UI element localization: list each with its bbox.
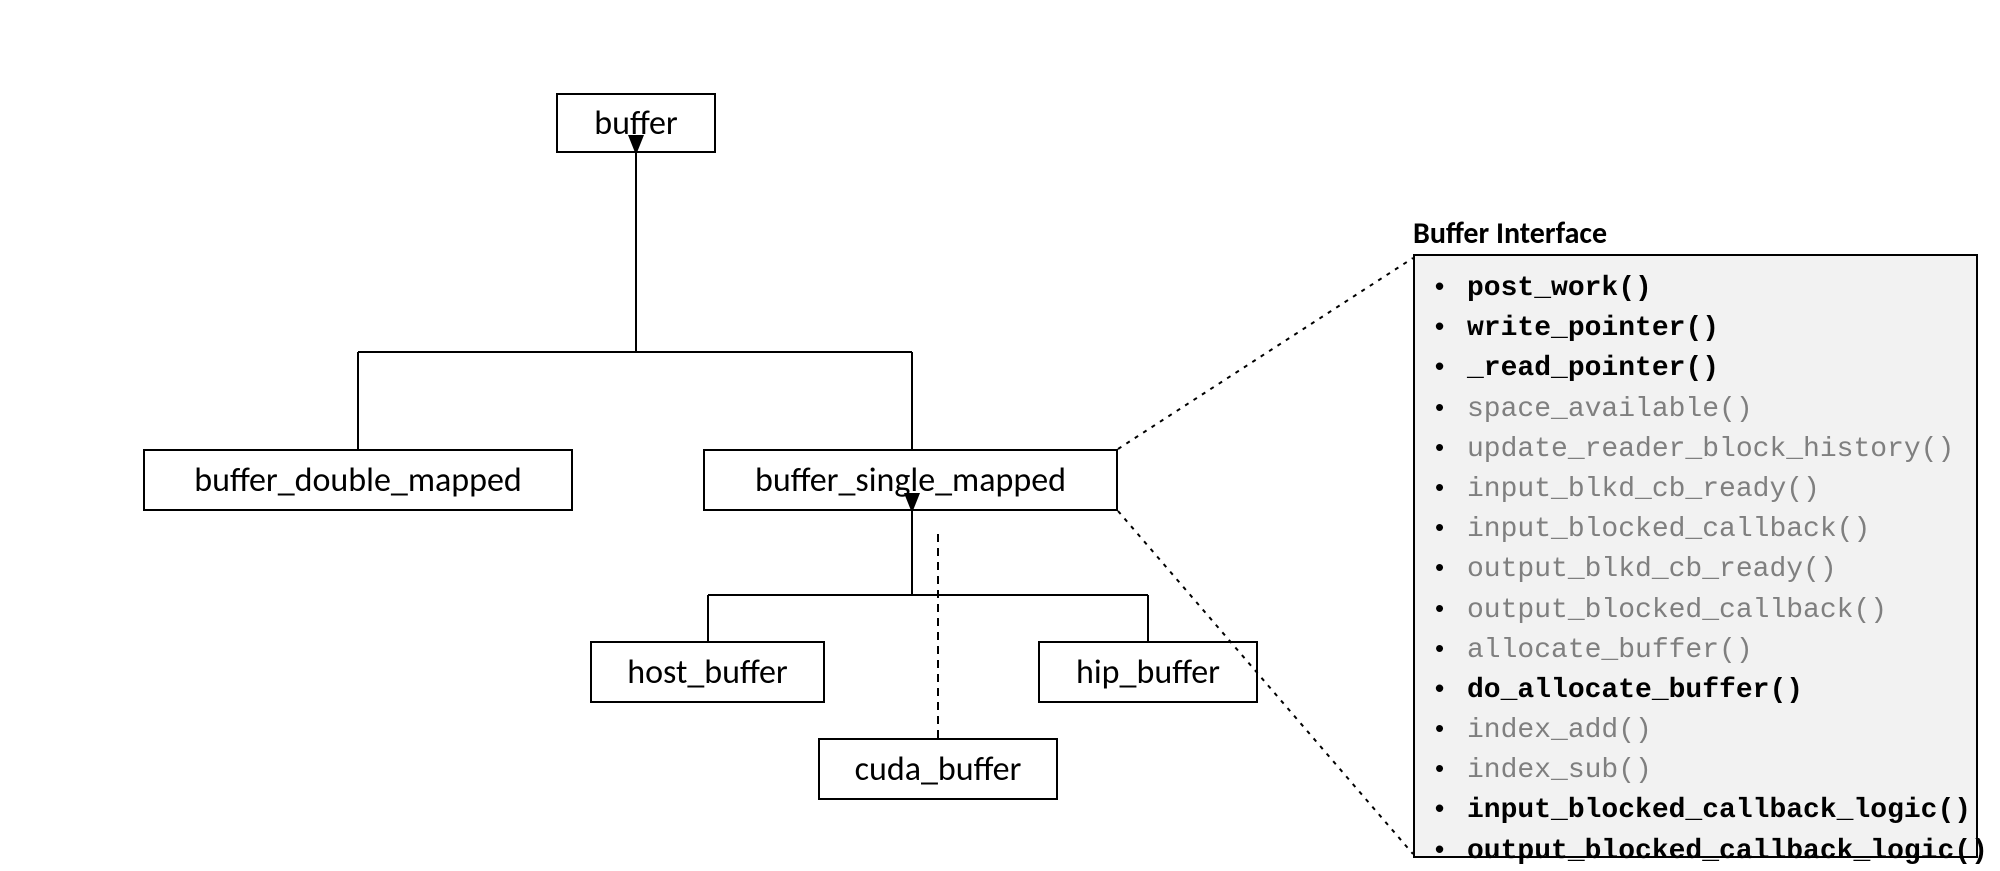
node-buffer-double-mapped-label: buffer_double_mapped (194, 460, 522, 501)
panel-item: _read_pointer() (1435, 348, 1956, 388)
panel-item: input_blkd_cb_ready() (1435, 469, 1956, 509)
node-buffer-single-mapped-label: buffer_single_mapped (755, 460, 1066, 501)
panel-item: post_work() (1435, 268, 1956, 308)
node-hip-buffer: hip_buffer (1038, 641, 1258, 703)
node-cuda-buffer: cuda_buffer (818, 738, 1058, 800)
panel-title: Buffer Interface (1413, 215, 1607, 252)
node-buffer-double-mapped: buffer_double_mapped (143, 449, 573, 511)
panel-item: index_sub() (1435, 750, 1956, 790)
panel-item: update_reader_block_history() (1435, 429, 1956, 469)
panel-item: index_add() (1435, 710, 1956, 750)
panel-list: post_work()write_pointer()_read_pointer(… (1435, 268, 1956, 871)
panel-item: input_blocked_callback_logic() (1435, 790, 1956, 830)
panel-item: allocate_buffer() (1435, 630, 1956, 670)
node-host-buffer-label: host_buffer (627, 652, 788, 693)
node-buffer-label: buffer (594, 103, 678, 144)
node-hip-buffer-label: hip_buffer (1076, 652, 1220, 693)
node-cuda-buffer-label: cuda_buffer (855, 749, 1022, 790)
panel-item: output_blkd_cb_ready() (1435, 549, 1956, 589)
panel-item: input_blocked_callback() (1435, 509, 1956, 549)
node-buffer-single-mapped: buffer_single_mapped (703, 449, 1118, 511)
node-host-buffer: host_buffer (590, 641, 825, 703)
panel-item: write_pointer() (1435, 308, 1956, 348)
panel-item: space_available() (1435, 389, 1956, 429)
buffer-interface-panel: post_work()write_pointer()_read_pointer(… (1413, 254, 1978, 858)
panel-item: do_allocate_buffer() (1435, 670, 1956, 710)
panel-item: output_blocked_callback() (1435, 590, 1956, 630)
panel-item: output_blocked_callback_logic() (1435, 831, 1956, 871)
node-buffer: buffer (556, 93, 716, 153)
